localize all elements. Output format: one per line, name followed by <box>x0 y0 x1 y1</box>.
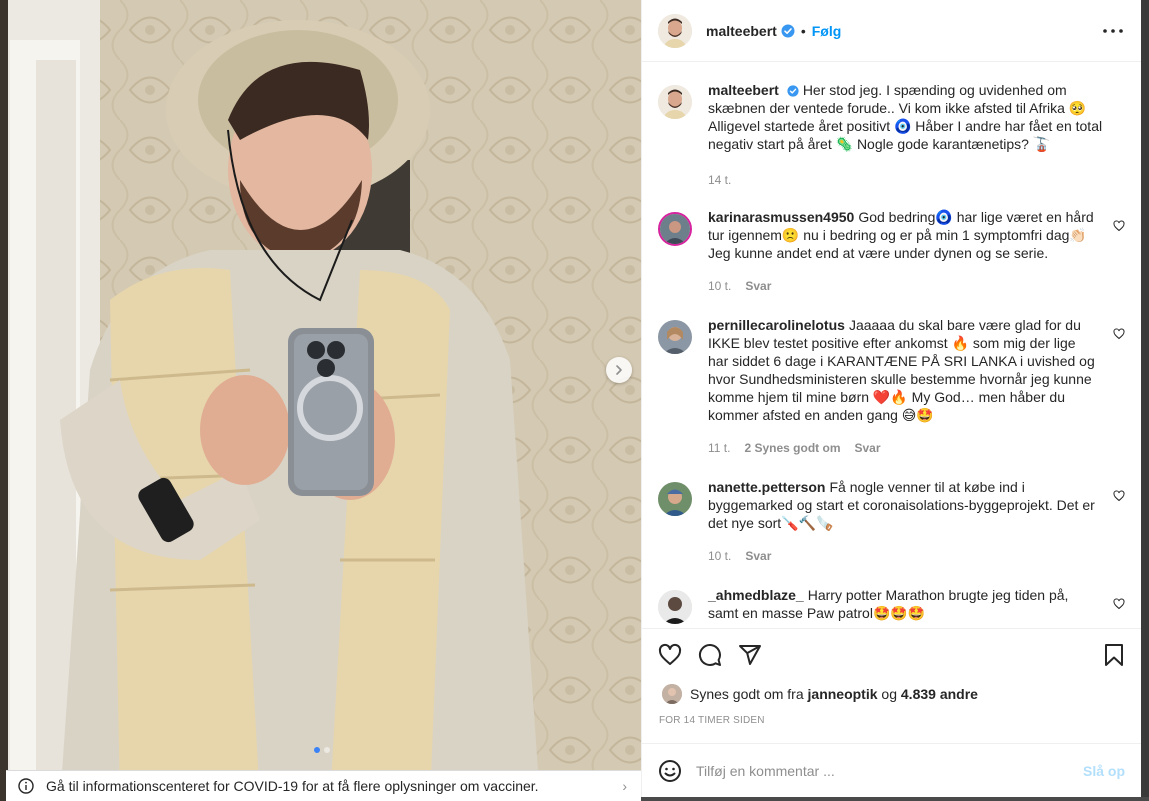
comment-username[interactable]: _ahmedblaze_ <box>708 587 804 603</box>
comment-item: _ahmedblaze_ Harry potter Marathon brugte… <box>658 586 1125 624</box>
comment-time: 10 t. <box>708 279 732 293</box>
avatar-image <box>658 482 692 516</box>
emoji-icon[interactable] <box>658 759 682 783</box>
post-timestamp[interactable]: FOR 14 TIMER SIDEN <box>642 707 1141 726</box>
comment-time: 11 t. <box>708 441 731 455</box>
share-icon[interactable] <box>738 643 762 667</box>
avatar-image <box>658 320 692 354</box>
avatar-image <box>658 590 692 624</box>
info-icon <box>18 778 34 794</box>
comment-username[interactable]: karinarasmussen4950 <box>708 209 854 225</box>
likes-prefix: Synes godt om fra <box>690 686 804 702</box>
heart-icon[interactable] <box>1113 598 1125 610</box>
dot-separator: • <box>800 22 806 39</box>
avatar-image <box>662 684 682 704</box>
next-image-button[interactable] <box>606 357 632 383</box>
avatar-image <box>658 13 692 48</box>
comment-username[interactable]: nanette.petterson <box>708 479 825 495</box>
caption: malteebert Her stod jeg. I spænding og uv… <box>658 81 1125 189</box>
avatar[interactable] <box>658 590 692 624</box>
follow-button[interactable]: Følg <box>812 23 842 39</box>
avatar[interactable] <box>662 684 682 704</box>
verified-badge-icon <box>781 24 795 37</box>
heart-icon[interactable] <box>1113 490 1125 502</box>
photo-illustration <box>0 0 641 801</box>
avatar[interactable] <box>658 13 692 48</box>
heart-icon[interactable] <box>1113 220 1125 232</box>
window-edge <box>641 797 1149 801</box>
covid-banner-text: Gå til informationscenteret for COVID-19… <box>46 778 539 794</box>
reply-button[interactable]: Svar <box>745 547 771 565</box>
comment-item: karinarasmussen4950 God bedring🧿 har lige… <box>658 208 1125 295</box>
heart-icon[interactable] <box>658 643 682 667</box>
carousel-dot <box>324 747 330 753</box>
avatar[interactable] <box>658 85 692 119</box>
post-comment-button[interactable]: Slå op <box>1083 763 1125 779</box>
covid-info-banner[interactable]: Gå til informationscenteret for COVID-19… <box>6 770 641 801</box>
likes-user[interactable]: janneoptik <box>808 686 878 702</box>
caption-username[interactable]: malteebert <box>708 82 779 98</box>
post-photo[interactable]: Gå til informationscenteret for COVID-19… <box>0 0 641 801</box>
reply-button[interactable]: Svar <box>855 439 881 457</box>
likes-others[interactable]: 4.839 andre <box>901 686 978 702</box>
comment-username[interactable]: pernillecarolinelotus <box>708 317 845 333</box>
comment-item: nanette.petterson Få nogle venner til at … <box>658 478 1125 565</box>
post-actions: Synes godt om fra janneoptik og 4.839 an… <box>642 628 1141 743</box>
carousel-dot-active <box>314 747 320 753</box>
more-options-icon <box>1103 28 1123 33</box>
comment-input[interactable] <box>696 762 1083 779</box>
heart-icon[interactable] <box>1113 328 1125 340</box>
add-comment-bar: Slå op <box>642 743 1141 797</box>
comment-likes[interactable]: 2 Synes godt om <box>744 439 840 457</box>
more-options-button[interactable] <box>1101 19 1125 43</box>
avatar[interactable] <box>658 320 692 354</box>
comment-time: 10 t. <box>708 549 732 563</box>
chevron-right-icon <box>616 365 622 375</box>
post-details-panel: malteebert • Følg malteebert Her stod je… <box>641 0 1141 797</box>
window-edge <box>1141 0 1149 801</box>
author-username[interactable]: malteebert <box>706 23 777 39</box>
carousel-dots <box>314 747 330 753</box>
chevron-right-icon: › <box>622 778 627 794</box>
comments-list[interactable]: malteebert Her stod jeg. I spænding og uv… <box>642 63 1141 628</box>
reply-button[interactable]: Svar <box>745 277 771 295</box>
avatar-image <box>658 85 692 119</box>
avatar-image <box>660 214 690 244</box>
bookmark-icon[interactable] <box>1103 643 1125 667</box>
post-header: malteebert • Følg <box>642 0 1141 62</box>
comment-item: pernillecarolinelotus Jaaaaa du skal bare… <box>658 316 1125 457</box>
verified-badge-icon <box>787 85 799 97</box>
likes-joiner: og <box>881 686 897 702</box>
likes-summary: Synes godt om fra janneoptik og 4.839 an… <box>642 681 1141 707</box>
avatar[interactable] <box>658 482 692 516</box>
avatar[interactable] <box>658 212 692 246</box>
comment-icon[interactable] <box>698 643 722 667</box>
caption-time: 14 t. <box>708 173 732 187</box>
